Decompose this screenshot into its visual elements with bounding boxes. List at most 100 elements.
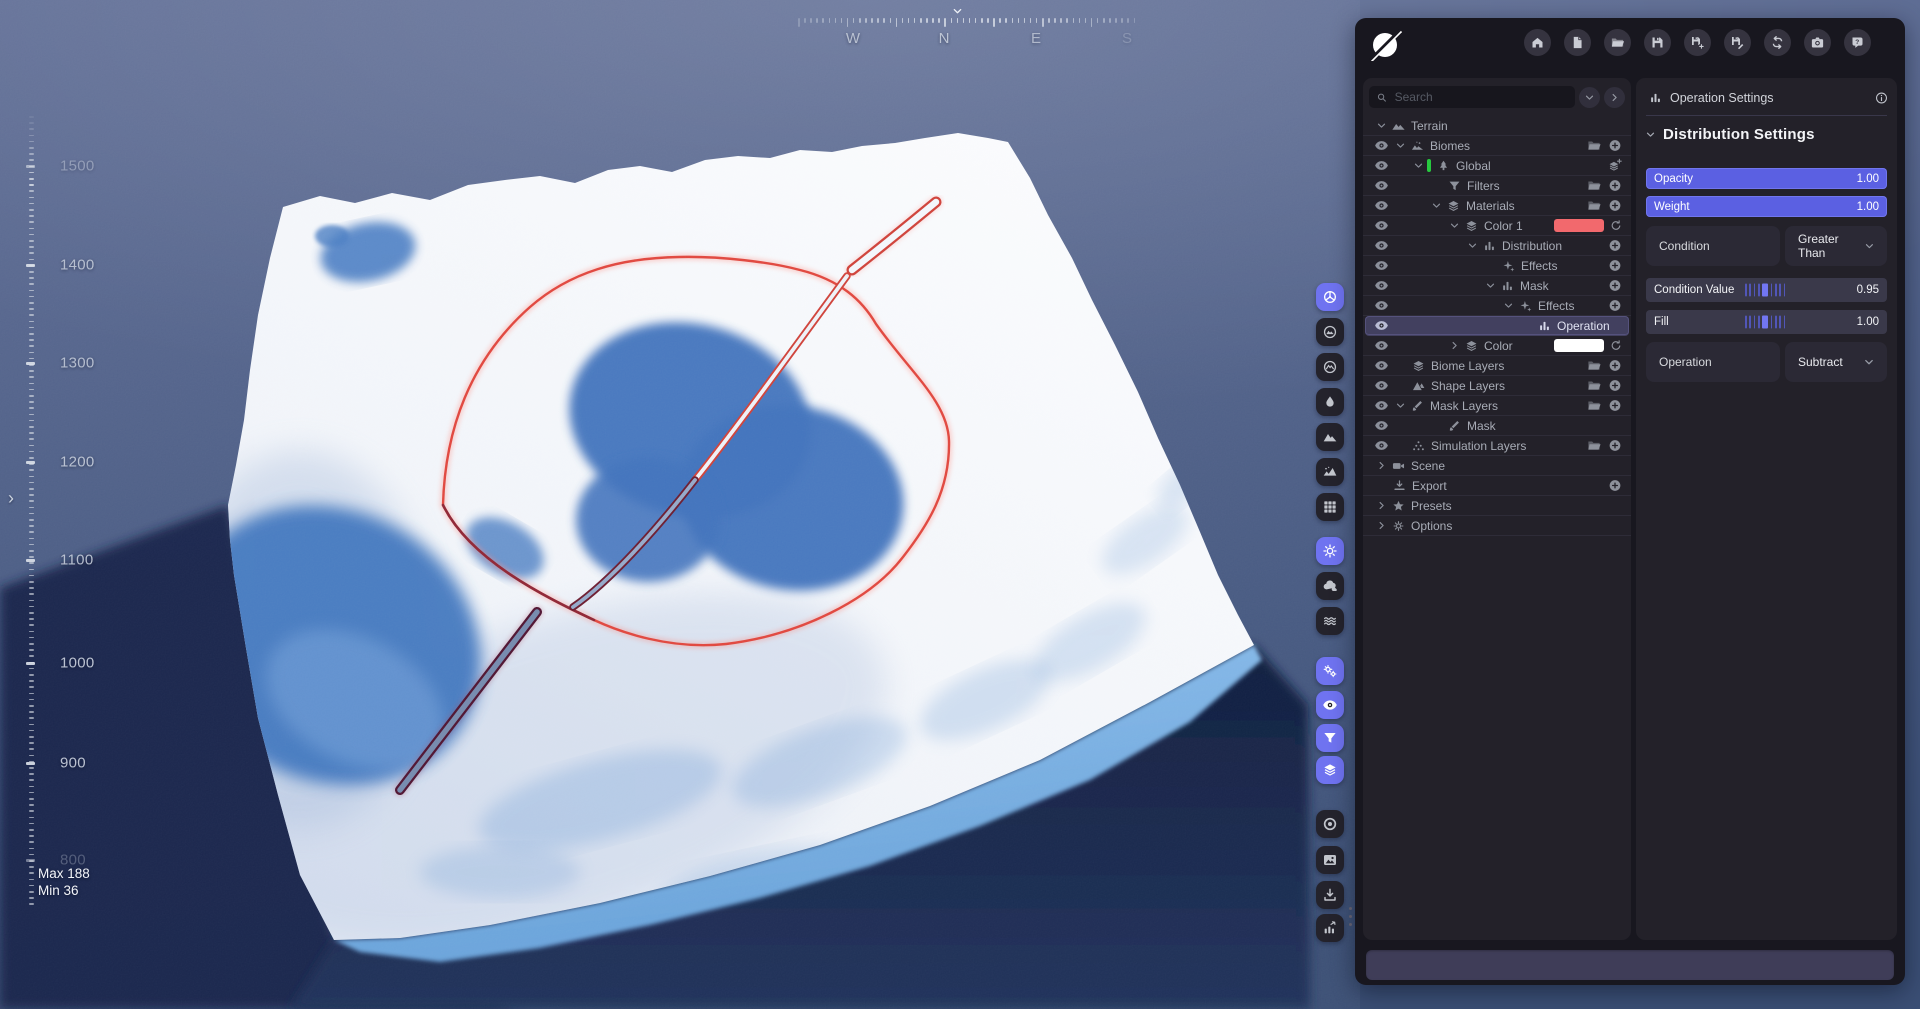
tree-row-materials[interactable]: Materials: [1363, 196, 1631, 216]
color-swatch[interactable]: [1554, 339, 1604, 352]
tool-layers-button[interactable]: [1316, 756, 1344, 784]
group-folder-icon[interactable]: [1586, 358, 1602, 373]
tool-orbit-button[interactable]: [1316, 283, 1344, 311]
tool-mountain-circle-button[interactable]: [1316, 318, 1344, 346]
expander-chevron-down-icon[interactable]: [1392, 139, 1409, 152]
tool-record-button[interactable]: [1316, 810, 1344, 838]
tool-chart-button[interactable]: [1316, 914, 1344, 942]
tool-sun-button[interactable]: [1316, 537, 1344, 565]
tree-row-terrain[interactable]: Terrain: [1363, 116, 1631, 136]
file-button[interactable]: [1564, 29, 1591, 56]
tool-eye-button[interactable]: [1316, 691, 1344, 719]
tree-row-biomes[interactable]: Biomes: [1363, 136, 1631, 156]
refresh-button[interactable]: [1609, 339, 1623, 352]
visibility-toggle-icon[interactable]: [1373, 338, 1390, 353]
visibility-toggle-icon[interactable]: [1373, 158, 1390, 173]
visibility-toggle-icon[interactable]: [1373, 318, 1390, 333]
tool-waves-button[interactable]: [1316, 607, 1344, 635]
search-input[interactable]: [1392, 89, 1568, 105]
panel-resize-handle[interactable]: [1349, 907, 1352, 926]
tree-row-mask[interactable]: Mask: [1363, 276, 1631, 296]
add-button[interactable]: [1607, 378, 1623, 393]
add-button[interactable]: [1607, 278, 1623, 293]
add-button[interactable]: [1607, 178, 1623, 193]
tree-row-effects[interactable]: Effects: [1363, 256, 1631, 276]
tree-row-global[interactable]: Global: [1363, 156, 1631, 176]
expander-chevron-down-icon[interactable]: [1410, 159, 1427, 172]
expander-chevron-down-icon[interactable]: [1392, 399, 1409, 412]
expander-chevron-down-icon[interactable]: [1428, 199, 1445, 212]
drag-scrubber[interactable]: [1745, 283, 1786, 297]
tool-cogs-button[interactable]: [1316, 657, 1344, 685]
tree-row-shape-layers[interactable]: Shape Layers: [1363, 376, 1631, 396]
save-edit-button[interactable]: [1724, 29, 1751, 56]
refresh-button[interactable]: [1609, 219, 1623, 232]
add-layer-button[interactable]: [1607, 158, 1623, 173]
tool-download-button[interactable]: [1316, 881, 1344, 909]
tree-row-effects[interactable]: Effects: [1363, 296, 1631, 316]
expander-chevron-down-icon[interactable]: [1482, 279, 1499, 292]
group-folder-icon[interactable]: [1586, 398, 1602, 413]
add-button[interactable]: [1607, 358, 1623, 373]
tool-mountain-button[interactable]: [1316, 423, 1344, 451]
expander-chevron-right-icon[interactable]: [1373, 519, 1390, 532]
condition-select[interactable]: Greater Than: [1785, 226, 1887, 266]
tree-row-color-1[interactable]: Color 1: [1363, 216, 1631, 236]
folder-open-button[interactable]: [1604, 29, 1631, 56]
help-button[interactable]: ?: [1844, 29, 1871, 56]
group-folder-icon[interactable]: [1586, 138, 1602, 153]
expander-chevron-down-icon[interactable]: [1500, 299, 1517, 312]
add-button[interactable]: [1607, 138, 1623, 153]
expander-chevron-right-icon[interactable]: [1373, 459, 1390, 472]
expander-chevron-right-icon[interactable]: [1373, 499, 1390, 512]
tool-droplet-button[interactable]: [1316, 388, 1344, 416]
save-plus-button[interactable]: [1684, 29, 1711, 56]
add-button[interactable]: [1607, 398, 1623, 413]
operation-select[interactable]: Subtract: [1785, 342, 1887, 382]
expander-chevron-right-icon[interactable]: [1446, 339, 1463, 352]
add-button[interactable]: [1607, 258, 1623, 273]
status-bar[interactable]: [1366, 950, 1894, 980]
tree-row-options[interactable]: Options: [1363, 516, 1631, 536]
color-swatch[interactable]: [1554, 219, 1604, 232]
weight-slider[interactable]: Weight 1.00: [1646, 196, 1887, 217]
drag-scrubber[interactable]: [1745, 315, 1786, 329]
group-folder-icon[interactable]: [1586, 438, 1602, 453]
tree-row-export[interactable]: Export: [1363, 476, 1631, 496]
search-collapse-button[interactable]: [1579, 86, 1600, 108]
tree-row-distribution[interactable]: Distribution: [1363, 236, 1631, 256]
group-folder-icon[interactable]: [1586, 178, 1602, 193]
save-button[interactable]: [1644, 29, 1671, 56]
add-button[interactable]: [1607, 478, 1623, 493]
visibility-toggle-icon[interactable]: [1373, 418, 1390, 433]
tool-cloud-button[interactable]: [1316, 572, 1344, 600]
visibility-toggle-icon[interactable]: [1373, 138, 1390, 153]
tree-row-mask[interactable]: Mask: [1363, 416, 1631, 436]
visibility-toggle-icon[interactable]: [1373, 378, 1390, 393]
visibility-toggle-icon[interactable]: [1373, 278, 1390, 293]
tool-funnel-button[interactable]: [1316, 724, 1344, 752]
tree-row-scene[interactable]: Scene: [1363, 456, 1631, 476]
visibility-toggle-icon[interactable]: [1373, 198, 1390, 213]
distribution-settings-section[interactable]: Distribution Settings: [1644, 126, 1815, 143]
fill-field[interactable]: Fill 1.00: [1646, 310, 1887, 334]
condition-value-field[interactable]: Condition Value 0.95: [1646, 278, 1887, 302]
tree-row-filters[interactable]: Filters: [1363, 176, 1631, 196]
tree-row-simulation-layers[interactable]: Simulation Layers: [1363, 436, 1631, 456]
tree-row-biome-layers[interactable]: Biome Layers: [1363, 356, 1631, 376]
group-folder-icon[interactable]: [1586, 378, 1602, 393]
panel-expand-arrow[interactable]: ›: [8, 489, 14, 507]
visibility-toggle-icon[interactable]: [1373, 438, 1390, 453]
visibility-toggle-icon[interactable]: [1373, 218, 1390, 233]
search-input-wrap[interactable]: [1369, 86, 1575, 108]
expander-chevron-down-icon[interactable]: [1446, 219, 1463, 232]
visibility-toggle-icon[interactable]: [1373, 238, 1390, 253]
add-button[interactable]: [1607, 198, 1623, 213]
visibility-toggle-icon[interactable]: [1373, 178, 1390, 193]
opacity-slider[interactable]: Opacity 1.00: [1646, 168, 1887, 189]
search-next-button[interactable]: [1604, 86, 1625, 108]
sync-button[interactable]: [1764, 29, 1791, 56]
visibility-toggle-icon[interactable]: [1373, 298, 1390, 313]
visibility-toggle-icon[interactable]: [1373, 358, 1390, 373]
info-icon[interactable]: [1874, 91, 1889, 105]
